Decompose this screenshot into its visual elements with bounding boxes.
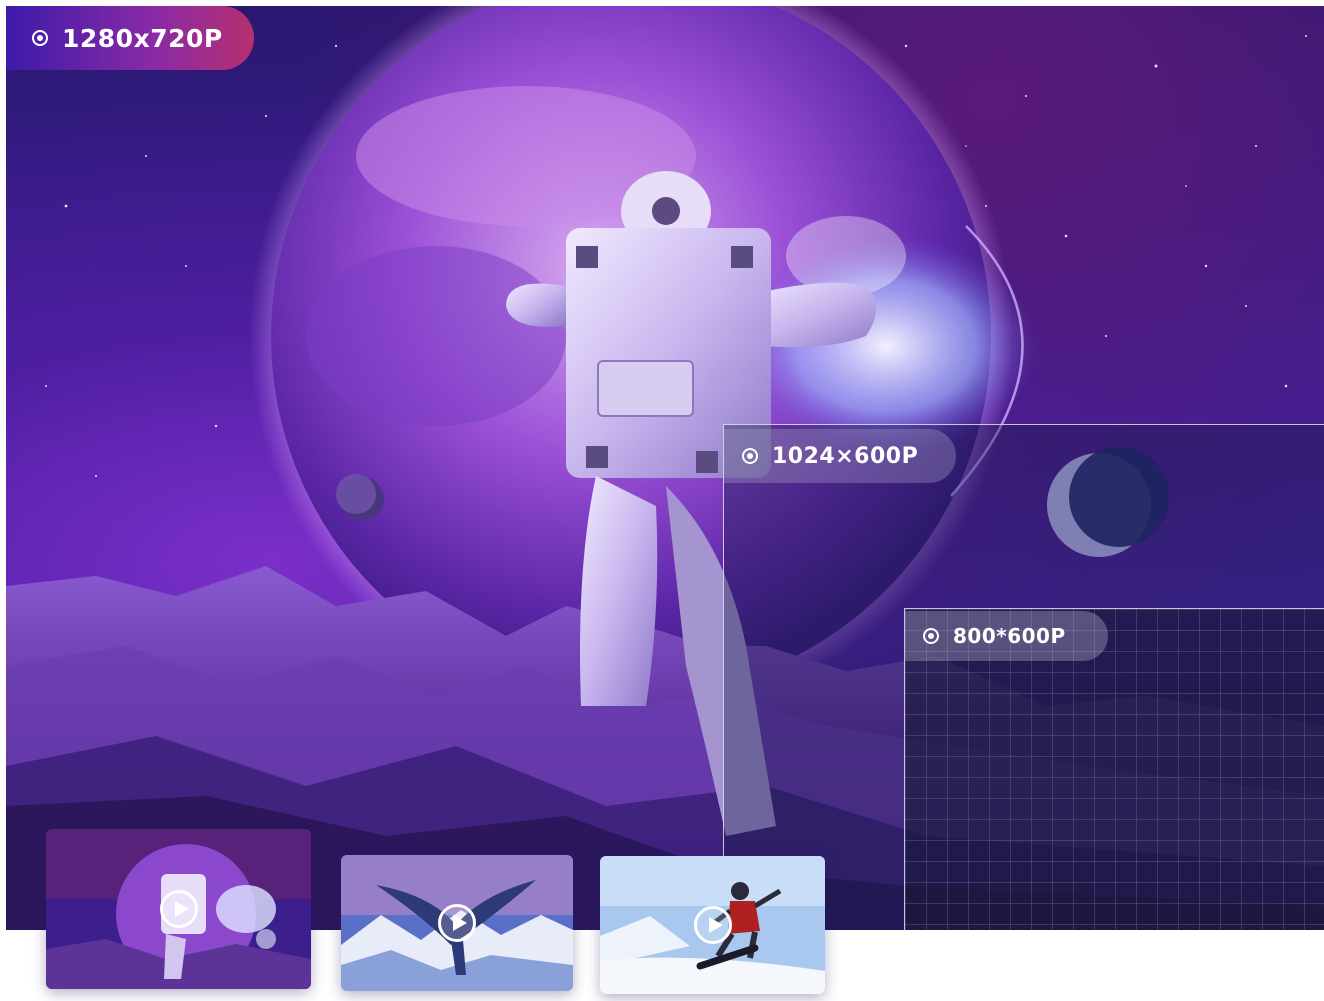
resolution-label: 1280x720P — [62, 23, 223, 53]
play-icon[interactable] — [693, 906, 732, 944]
play-icon[interactable] — [159, 890, 198, 928]
video-thumbnail-whale[interactable] — [341, 855, 573, 991]
video-thumbnail-snowboarder[interactable] — [600, 856, 825, 994]
play-icon[interactable] — [438, 904, 476, 942]
resolution-tag-1024: 1024×600P — [724, 429, 956, 483]
resolution-tag-1280: 1280x720P — [6, 6, 254, 70]
video-thumbnail-astronaut[interactable] — [46, 829, 311, 989]
radio-dot-icon — [923, 628, 939, 644]
resolution-label: 800*600P — [953, 624, 1066, 648]
resolution-showcase: 1280x720P 1024×600P 800*600P — [0, 0, 1324, 1001]
radio-dot-icon — [742, 448, 758, 464]
resolution-tag-800: 800*600P — [905, 611, 1108, 661]
resolution-label: 1024×600P — [772, 443, 919, 469]
radio-dot-icon — [32, 30, 48, 46]
